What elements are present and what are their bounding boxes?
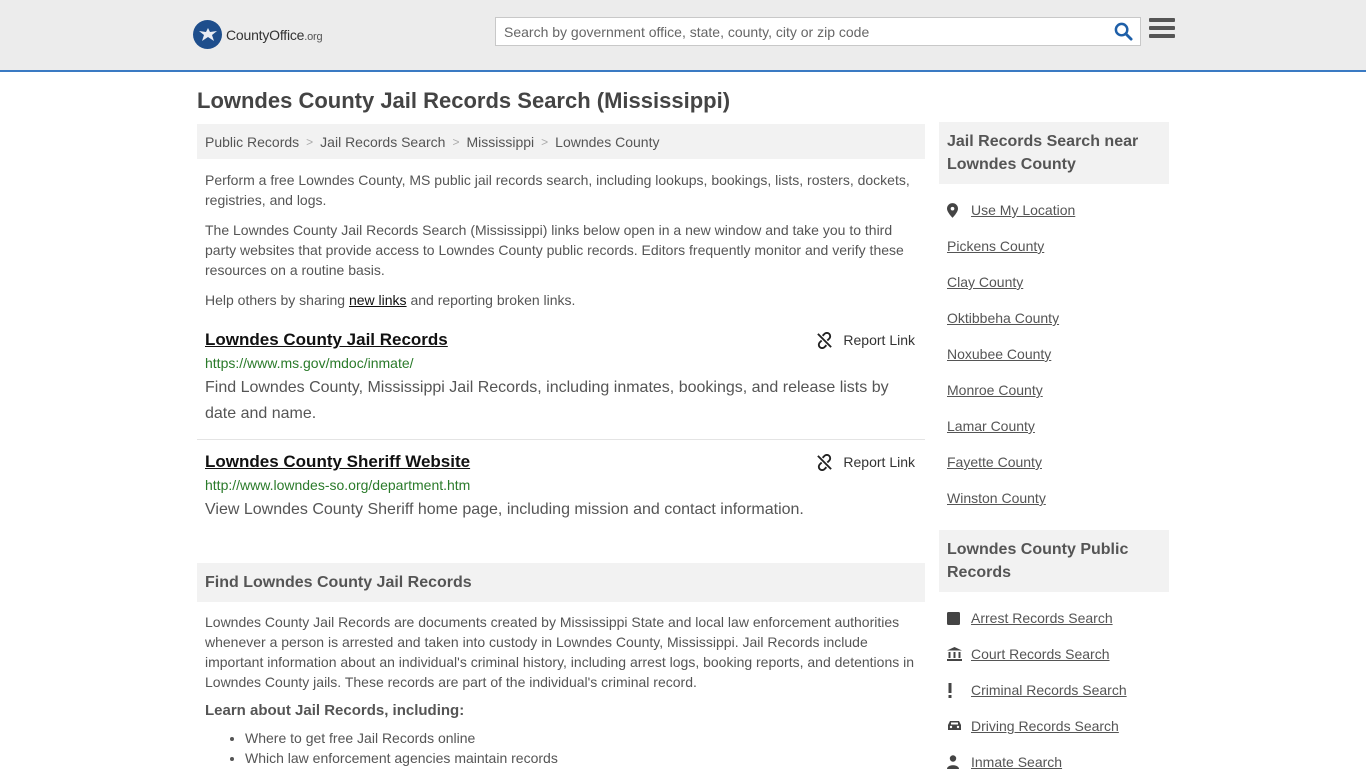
resource-link-description: View Lowndes County Sheriff home page, i… bbox=[205, 501, 804, 518]
public-records-list: Arrest Records Search Court Records Sear… bbox=[939, 600, 1169, 780]
driving-records-link[interactable]: Driving Records Search bbox=[971, 718, 1119, 734]
county-link[interactable]: Lamar County bbox=[947, 418, 1035, 434]
map-pin-icon bbox=[947, 202, 963, 218]
sidebar-item-county: Winston County bbox=[947, 480, 1161, 516]
intro: Perform a free Lowndes County, MS public… bbox=[197, 170, 925, 310]
county-link[interactable]: Clay County bbox=[947, 274, 1023, 290]
logo-seal-icon bbox=[193, 20, 222, 49]
site-header: CountyOffice.org bbox=[0, 0, 1366, 72]
near-list: Use My Location Pickens County Clay Coun… bbox=[939, 192, 1169, 516]
sidebar: Jail Records Search near Lowndes County … bbox=[939, 122, 1169, 780]
person-icon bbox=[947, 755, 963, 769]
new-links-link[interactable]: new links bbox=[349, 292, 407, 308]
sidebar-item-county: Fayette County bbox=[947, 444, 1161, 480]
sidebar-item-county: Lamar County bbox=[947, 408, 1161, 444]
square-icon bbox=[947, 611, 963, 625]
find-section-body: Lowndes County Jail Records are document… bbox=[205, 614, 915, 690]
chevron-right-icon: > bbox=[306, 134, 314, 149]
sidebar-item-inmate: Inmate Search bbox=[947, 744, 1161, 780]
breadcrumb-lowndes-county[interactable]: Lowndes County bbox=[555, 134, 659, 150]
county-link[interactable]: Monroe County bbox=[947, 382, 1043, 398]
search-input[interactable] bbox=[496, 18, 1106, 45]
report-link-button[interactable]: Report Link bbox=[816, 329, 915, 351]
intro-paragraph: The Lowndes County Jail Records Search (… bbox=[205, 222, 904, 278]
broken-link-icon bbox=[817, 331, 833, 349]
share-note: Help others by sharing new links and rep… bbox=[205, 292, 576, 308]
near-heading: Jail Records Search near Lowndes County bbox=[939, 122, 1169, 184]
search-bar bbox=[495, 17, 1141, 46]
breadcrumb-jail-records-search[interactable]: Jail Records Search bbox=[320, 134, 445, 150]
search-button[interactable] bbox=[1106, 18, 1140, 45]
sidebar-item-court: Court Records Search bbox=[947, 636, 1161, 672]
sidebar-item-county: Monroe County bbox=[947, 372, 1161, 408]
sidebar-item-driving: Driving Records Search bbox=[947, 708, 1161, 744]
exclamation-icon bbox=[947, 682, 963, 698]
find-section-heading: Find Lowndes County Jail Records bbox=[197, 563, 925, 602]
sidebar-item-criminal: Criminal Records Search bbox=[947, 672, 1161, 708]
learn-list: Where to get free Jail Records online Wh… bbox=[197, 728, 925, 768]
sidebar-item-county: Clay County bbox=[947, 264, 1161, 300]
resource-link-description: Find Lowndes County, Mississippi Jail Re… bbox=[205, 379, 889, 422]
resource-link-title[interactable]: Lowndes County Sheriff Website bbox=[205, 451, 470, 473]
list-item: Where to get free Jail Records online bbox=[245, 728, 925, 748]
learn-heading: Learn about Jail Records, including: bbox=[205, 702, 465, 719]
use-my-location-link[interactable]: Use My Location bbox=[971, 202, 1075, 218]
hamburger-menu-icon[interactable] bbox=[1149, 18, 1175, 42]
county-link[interactable]: Fayette County bbox=[947, 454, 1042, 470]
resource-link-item: Lowndes County Sheriff Website Report Li… bbox=[197, 451, 925, 523]
court-records-link[interactable]: Court Records Search bbox=[971, 646, 1110, 662]
sidebar-item-county: Pickens County bbox=[947, 228, 1161, 264]
chevron-right-icon: > bbox=[452, 134, 460, 149]
breadcrumb: Public Records > Jail Records Search > M… bbox=[197, 124, 925, 159]
arrest-records-link[interactable]: Arrest Records Search bbox=[971, 610, 1113, 626]
resource-link-url[interactable]: http://www.lowndes-so.org/department.htm bbox=[205, 476, 917, 494]
breadcrumb-mississippi[interactable]: Mississippi bbox=[466, 134, 534, 150]
resource-link-url[interactable]: https://www.ms.gov/mdoc/inmate/ bbox=[205, 354, 917, 372]
sidebar-item-arrest: Arrest Records Search bbox=[947, 600, 1161, 636]
sidebar-item-county: Noxubee County bbox=[947, 336, 1161, 372]
main-content: Public Records > Jail Records Search > M… bbox=[197, 124, 925, 768]
county-link[interactable]: Noxubee County bbox=[947, 346, 1051, 362]
car-icon bbox=[947, 720, 963, 732]
search-icon bbox=[1114, 22, 1133, 41]
courthouse-icon bbox=[947, 647, 963, 661]
page-title: Lowndes County Jail Records Search (Miss… bbox=[197, 88, 731, 113]
public-records-heading: Lowndes County Public Records bbox=[939, 530, 1169, 592]
chevron-right-icon: > bbox=[541, 134, 549, 149]
list-item: Which law enforcement agencies maintain … bbox=[245, 748, 925, 768]
sidebar-item-county: Oktibbeha County bbox=[947, 300, 1161, 336]
criminal-records-link[interactable]: Criminal Records Search bbox=[971, 682, 1127, 698]
county-link[interactable]: Winston County bbox=[947, 490, 1046, 506]
use-location-item: Use My Location bbox=[947, 192, 1161, 228]
resource-link-title[interactable]: Lowndes County Jail Records bbox=[205, 329, 448, 351]
report-link-button[interactable]: Report Link bbox=[816, 451, 915, 473]
intro-paragraph: Perform a free Lowndes County, MS public… bbox=[205, 172, 910, 208]
county-link[interactable]: Oktibbeha County bbox=[947, 310, 1059, 326]
county-link[interactable]: Pickens County bbox=[947, 238, 1044, 254]
resource-link-item: Lowndes County Jail Records Report Link … bbox=[197, 329, 925, 440]
logo-text: CountyOffice.org bbox=[226, 26, 323, 43]
site-logo[interactable]: CountyOffice.org bbox=[193, 20, 323, 49]
broken-link-icon bbox=[817, 453, 833, 471]
breadcrumb-public-records[interactable]: Public Records bbox=[205, 134, 299, 150]
